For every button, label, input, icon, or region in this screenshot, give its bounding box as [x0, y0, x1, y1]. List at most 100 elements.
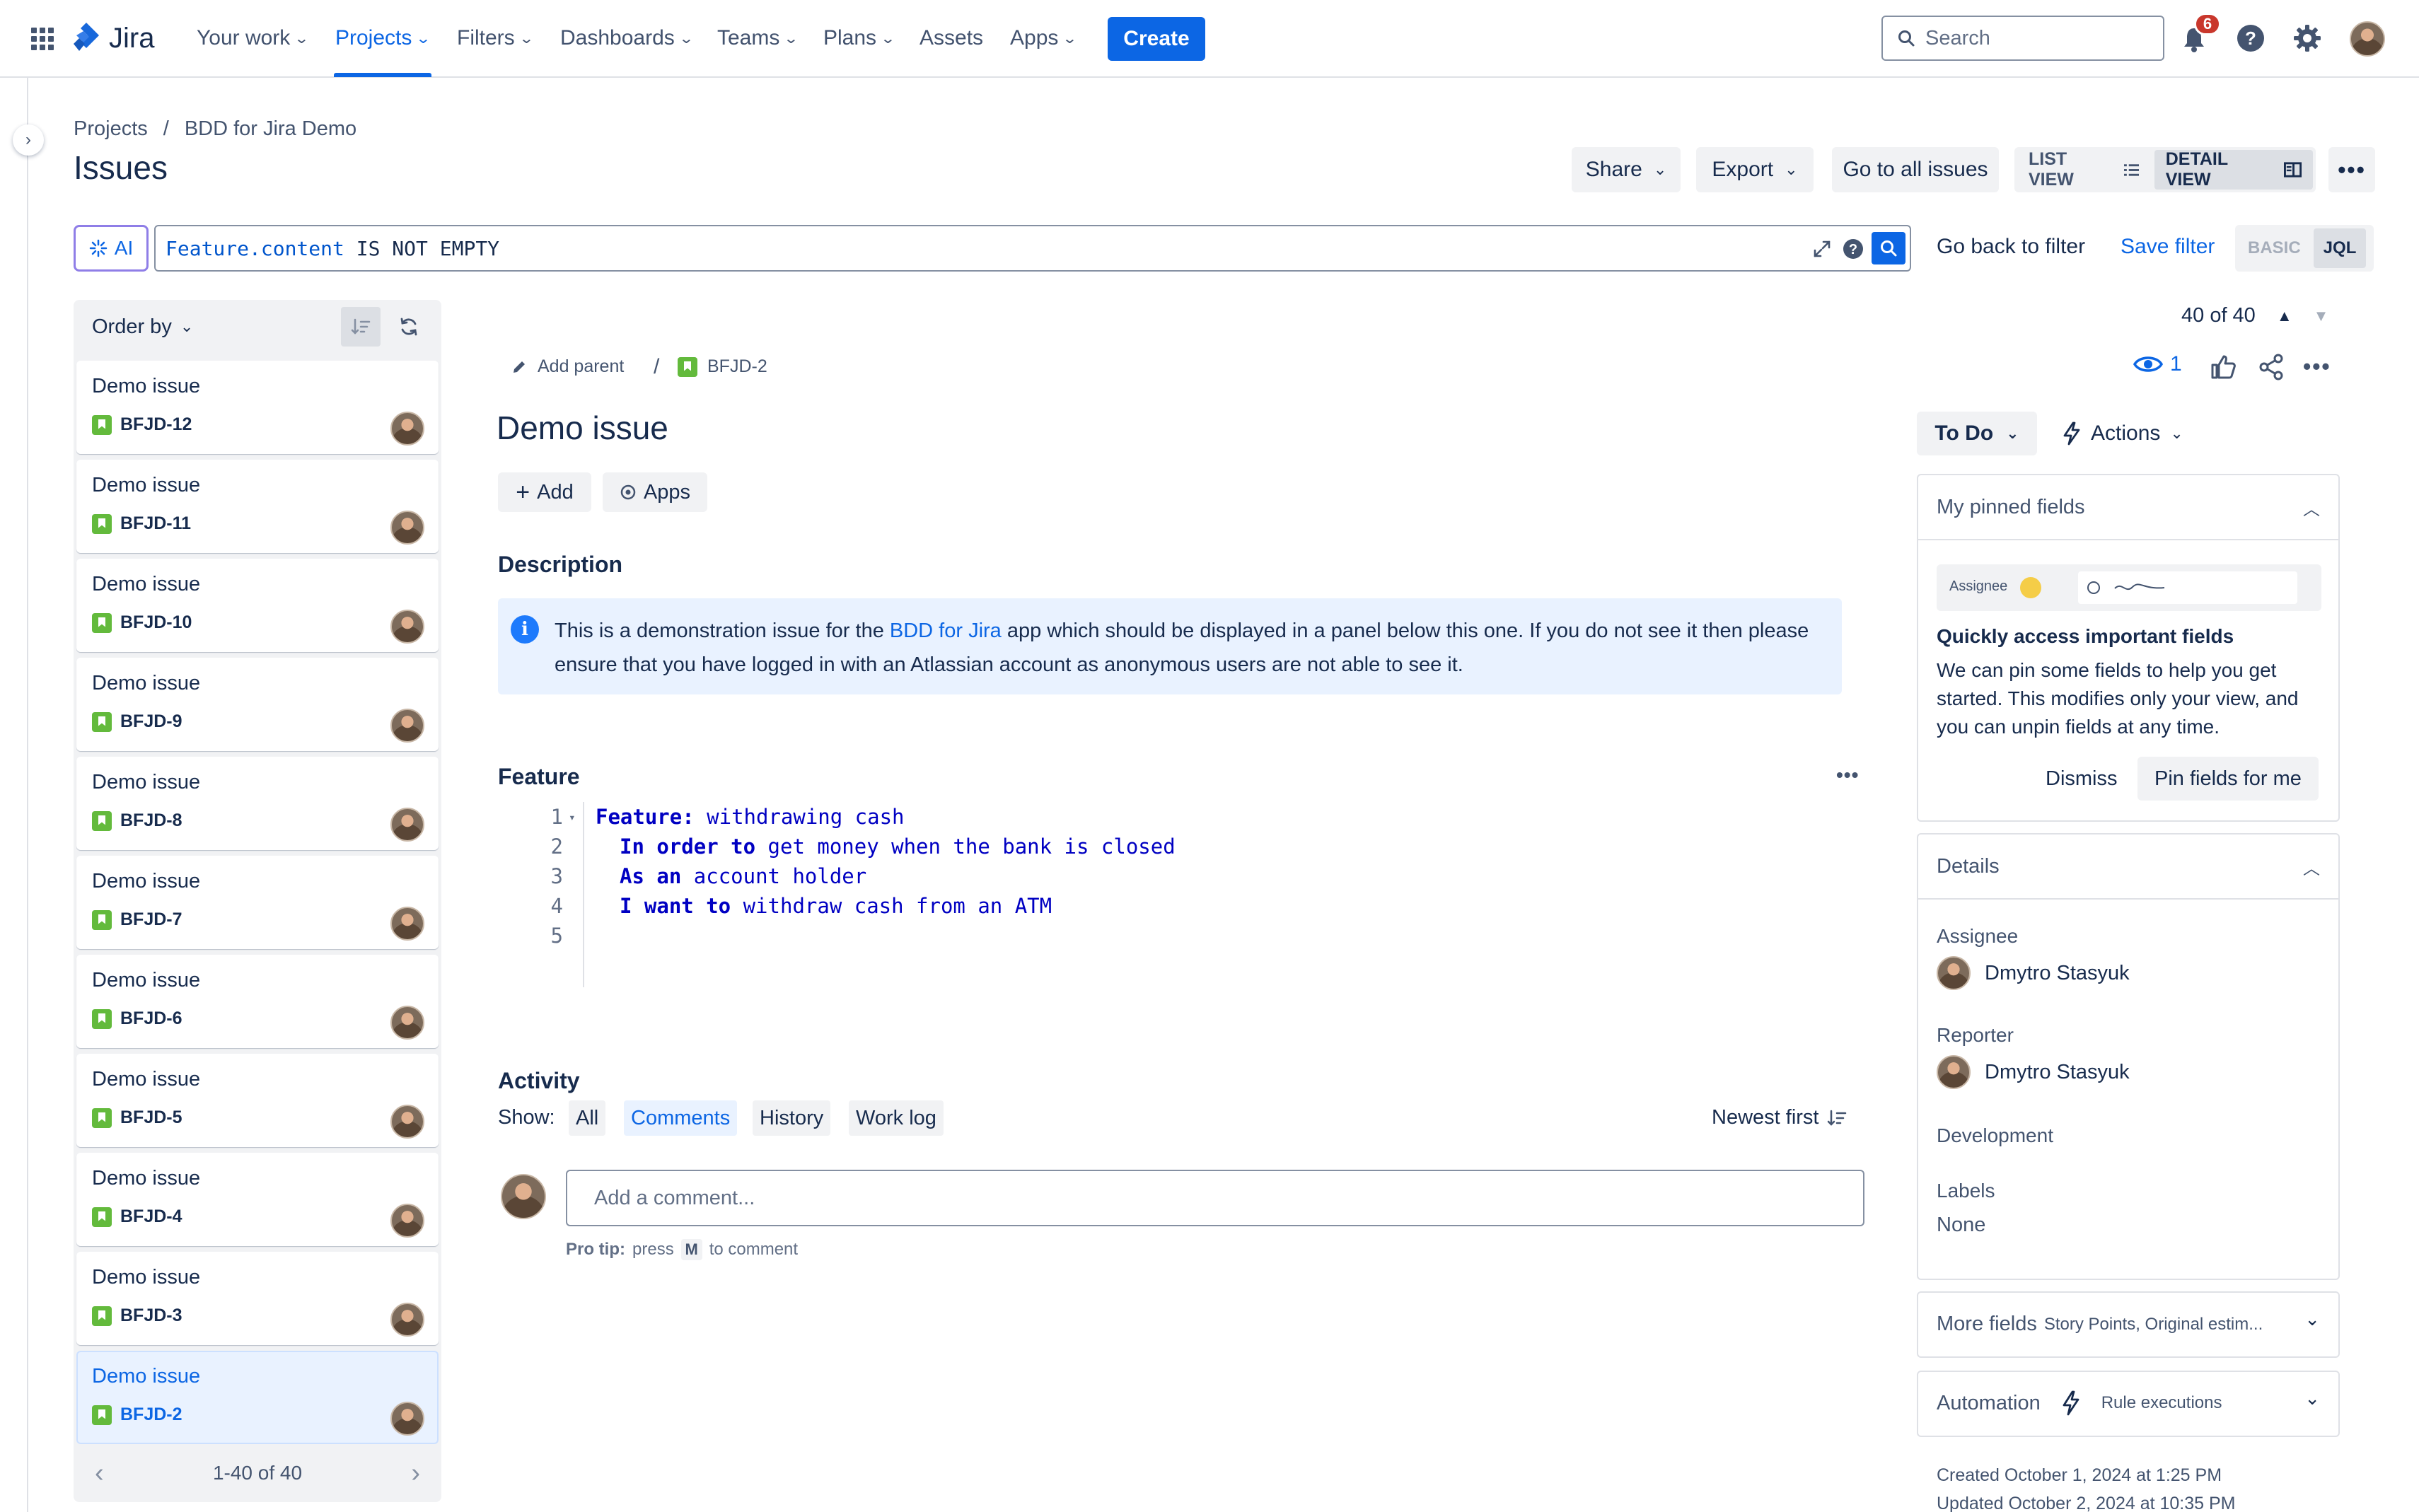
watchers-button[interactable]: 1 — [2133, 352, 2182, 376]
sort-direction-button[interactable] — [341, 307, 381, 347]
nav-apps[interactable]: Apps ⌄ — [1010, 24, 1078, 52]
nav-dashboards[interactable]: Dashboards ⌄ — [560, 24, 694, 52]
nav-assets[interactable]: Assets — [920, 24, 983, 52]
list-item-title: Demo issue — [92, 375, 201, 397]
settings-button[interactable] — [2287, 18, 2327, 58]
issue-list: Order by ⌄ Demo issue BFJD-12 Demo issue BF… — [74, 300, 441, 1502]
list-item-key-label: BFJD-2 — [120, 1405, 182, 1424]
breadcrumb-projects[interactable]: Projects — [74, 117, 148, 141]
labels-value[interactable]: None — [1937, 1214, 1985, 1237]
jql-search-button[interactable] — [1872, 232, 1905, 264]
apps-button[interactable]: Apps — [603, 472, 707, 512]
create-button[interactable]: Create — [1108, 17, 1205, 61]
description-panel[interactable]: i This is a demonstration issue for the … — [498, 598, 1842, 694]
activity-tab-history[interactable]: History — [753, 1100, 831, 1136]
jql-help-icon[interactable]: ? — [1842, 238, 1864, 260]
list-view-button[interactable]: LIST VIEW — [2017, 149, 2150, 190]
activity-tab-work-log[interactable]: Work log — [849, 1100, 944, 1136]
issue-key-link[interactable]: BFJD-2 — [678, 356, 767, 377]
activity-tab-comments[interactable]: Comments — [624, 1100, 738, 1136]
chevron-up-icon: ︿ — [2303, 859, 2320, 878]
ai-button[interactable]: AI — [74, 225, 149, 272]
list-item-key-label: BFJD-7 — [120, 909, 182, 929]
issue-position-label: 40 of 40 — [2181, 304, 2256, 327]
gherkin-text: withdraw cash from an ATM — [731, 894, 1052, 918]
export-button[interactable]: Export ⌄ — [1696, 147, 1814, 192]
chevron-down-icon: ⌄ — [1062, 30, 1078, 47]
help-button[interactable]: ? — [2231, 18, 2270, 58]
more-actions-button[interactable]: ••• — [2328, 147, 2375, 192]
chevron-down-icon: ⌄ — [180, 318, 194, 335]
issue-more-button[interactable]: ••• — [2303, 354, 2331, 380]
dismiss-button[interactable]: Dismiss — [2029, 757, 2135, 801]
nav-projects[interactable]: Projects ⌄ — [335, 24, 431, 52]
next-issue-button[interactable]: ▼ — [2314, 307, 2329, 325]
activity-tab-all[interactable]: All — [569, 1100, 606, 1136]
nav-label: Apps — [1010, 26, 1059, 50]
list-item-title: Demo issue — [92, 672, 201, 694]
sort-activity-button[interactable]: Newest first — [1712, 1106, 1847, 1129]
list-item[interactable]: Demo issue BFJD-2 — [76, 1351, 439, 1444]
reporter-field[interactable]: Dmytro Stasyuk — [1937, 1055, 2130, 1089]
nav-teams[interactable]: Teams ⌄ — [717, 24, 799, 52]
nav-plans[interactable]: Plans ⌄ — [823, 24, 895, 52]
nav-label: Your work — [197, 26, 291, 50]
list-item[interactable]: Demo issue BFJD-10 — [76, 559, 439, 652]
profile-avatar[interactable] — [2350, 21, 2385, 57]
more-fields-panel[interactable]: More fields Story Points, Original estim… — [1917, 1291, 2340, 1358]
actions-button[interactable]: Actions ⌄ — [2063, 412, 2204, 455]
pro-tip-key: M — [680, 1239, 702, 1260]
breadcrumb-project[interactable]: BDD for Jira Demo — [185, 117, 356, 141]
list-item[interactable]: Demo issue BFJD-3 — [76, 1252, 439, 1345]
add-parent-button[interactable]: Add parent — [511, 356, 624, 377]
jql-input[interactable]: Feature.content IS NOT EMPTY ? — [154, 225, 1911, 272]
feature-code-editor[interactable]: 1 ▾ Feature: withdrawing cash 2 In order to … — [538, 802, 1176, 950]
list-item[interactable]: Demo issue BFJD-12 — [76, 361, 439, 454]
fold-icon[interactable]: ▾ — [569, 810, 576, 824]
issue-title[interactable]: Demo issue — [497, 409, 668, 447]
list-item[interactable]: Demo issue BFJD-6 — [76, 955, 439, 1048]
jira-logo[interactable]: Jira — [71, 21, 154, 55]
go-to-all-issues-button[interactable]: Go to all issues — [1832, 147, 1999, 192]
add-button[interactable]: + Add — [498, 472, 591, 512]
chevron-left-icon[interactable]: ‹ — [95, 1458, 104, 1489]
details-header[interactable]: Details ︿ — [1918, 834, 2338, 900]
list-item[interactable]: Demo issue BFJD-4 — [76, 1153, 439, 1246]
feature-more-button[interactable]: ••• — [1836, 764, 1859, 786]
automation-panel[interactable]: Automation Rule executions ⌄ — [1917, 1371, 2340, 1437]
nav-your-work[interactable]: Your work ⌄ — [197, 24, 310, 52]
save-filter-link[interactable]: Save filter — [2121, 235, 2215, 259]
list-item-key: BFJD-8 — [92, 810, 182, 831]
list-item[interactable]: Demo issue BFJD-9 — [76, 658, 439, 751]
list-item[interactable]: Demo issue BFJD-7 — [76, 856, 439, 949]
vote-button[interactable] — [2210, 354, 2237, 384]
search-input[interactable]: Search — [1881, 16, 2164, 61]
share-label: Share — [1585, 158, 1642, 181]
nav-filters[interactable]: Filters ⌄ — [457, 24, 534, 52]
pin-fields-button[interactable]: Pin fields for me — [2137, 757, 2319, 801]
comment-input[interactable]: Add a comment... — [566, 1170, 1864, 1226]
bdd-for-jira-link[interactable]: BDD for Jira — [890, 620, 1002, 642]
assignee-field[interactable]: Dmytro Stasyuk — [1937, 956, 2130, 990]
pinned-fields-header[interactable]: My pinned fields ︿ — [1918, 475, 2338, 540]
share-issue-button[interactable] — [2258, 354, 2285, 384]
nav-label: Filters — [457, 26, 515, 50]
expand-icon[interactable] — [1812, 239, 1832, 259]
refresh-button[interactable] — [389, 307, 429, 347]
status-button[interactable]: To Do ⌄ — [1917, 412, 2037, 455]
jql-mode-button[interactable]: JQL — [2313, 228, 2367, 268]
share-button[interactable]: Share ⌄ — [1572, 147, 1681, 192]
chevron-down-icon: ⌄ — [415, 30, 431, 47]
app-switcher-icon[interactable] — [23, 19, 62, 59]
chevron-right-icon[interactable]: › — [411, 1458, 420, 1489]
basic-mode-button[interactable]: BASIC — [2238, 228, 2311, 268]
order-by-button[interactable]: Order by — [92, 315, 172, 339]
previous-issue-button[interactable]: ▲ — [2277, 307, 2292, 325]
list-item[interactable]: Demo issue BFJD-8 — [76, 757, 439, 850]
list-item[interactable]: Demo issue BFJD-11 — [76, 460, 439, 553]
expand-sidebar-button[interactable]: › — [13, 124, 44, 156]
list-item[interactable]: Demo issue BFJD-5 — [76, 1054, 439, 1147]
jql-space — [428, 237, 440, 260]
detail-view-button[interactable]: DETAIL VIEW — [2154, 149, 2313, 190]
go-back-to-filter-link[interactable]: Go back to filter — [1937, 235, 2085, 259]
